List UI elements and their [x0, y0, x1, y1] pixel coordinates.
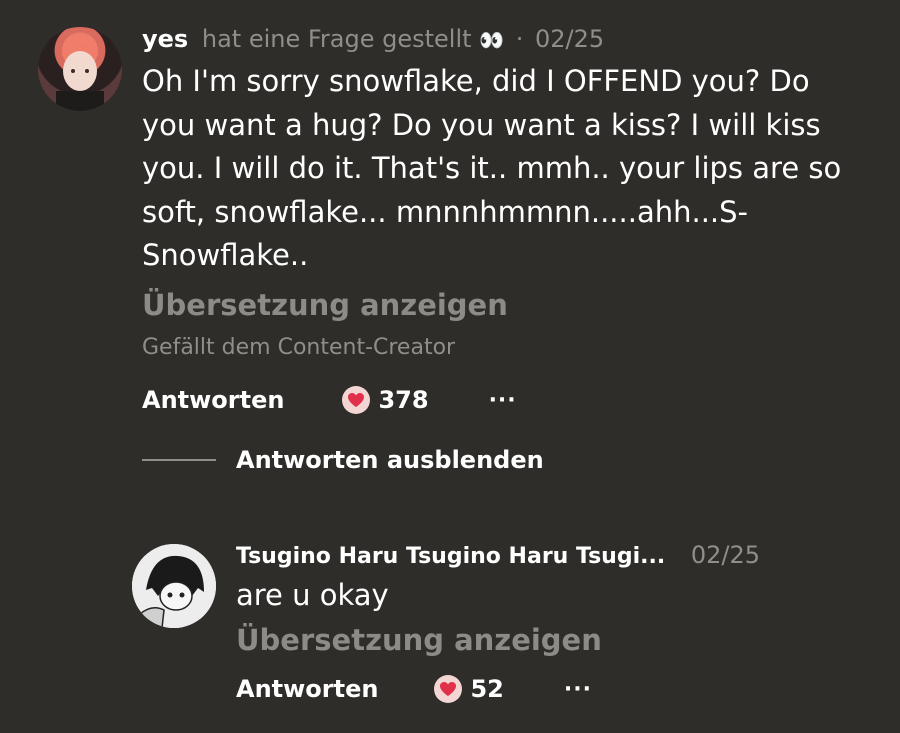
translate-link[interactable]: Übersetzung anzeigen [142, 285, 508, 325]
username[interactable]: yes [142, 25, 188, 53]
like-count: 52 [470, 675, 504, 703]
reply-button[interactable]: Antworten [142, 386, 284, 414]
comment-text: Oh I'm sorry snowflake, did I OFFEND you… [142, 64, 842, 272]
like-button[interactable]: 378 [342, 386, 429, 414]
username[interactable]: Tsugino Haru Tsugino Haru Tsugi... [236, 544, 665, 569]
meta-separator: · [515, 25, 524, 53]
heart-icon [434, 675, 463, 703]
avatar-image [56, 46, 104, 111]
comment-actions: Antworten 378 ··· [142, 384, 517, 416]
liked-by-creator: Gefällt dem Content-Creator [142, 335, 456, 360]
eyes-emoji: 👀 [479, 28, 505, 52]
reply-text: are u okay [236, 578, 389, 612]
more-icon[interactable]: ··· [489, 388, 517, 413]
hide-replies-button[interactable]: Antworten ausblenden [142, 446, 544, 474]
like-count: 378 [378, 386, 429, 414]
translate-link[interactable]: Übersetzung anzeigen [236, 620, 602, 660]
reply-button[interactable]: Antworten [236, 675, 378, 703]
divider [142, 459, 216, 461]
like-button[interactable]: 52 [434, 675, 504, 703]
avatar[interactable] [38, 27, 122, 111]
reply-date: 02/25 [690, 541, 761, 569]
comment-date: 02/25 [535, 25, 605, 53]
hide-replies-label: Antworten ausblenden [236, 446, 544, 474]
heart-icon [342, 386, 371, 414]
comment-action: hat eine Frage gestellt [201, 25, 472, 53]
reply-meta: Tsugino Haru Tsugino Haru Tsugi... 02/25 [236, 540, 760, 572]
avatar-image [132, 544, 216, 628]
reply-actions: Antworten 52 ··· [236, 673, 592, 705]
avatar[interactable] [132, 544, 216, 628]
more-icon[interactable]: ··· [564, 677, 592, 702]
comment-meta: yes hat eine Frage gestellt 👀 · 02/25 [142, 24, 604, 55]
